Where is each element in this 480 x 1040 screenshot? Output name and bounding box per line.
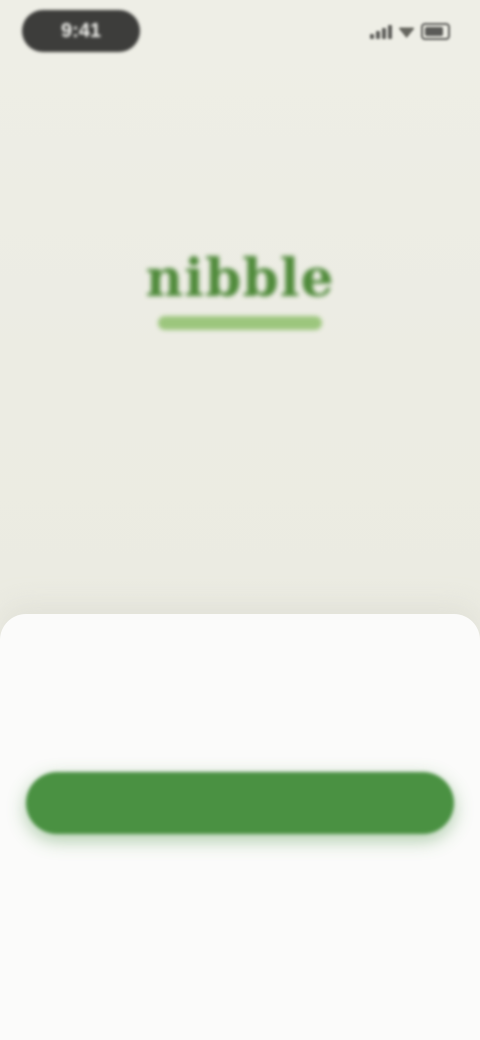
signal-icon [370, 23, 392, 39]
logo-wordmark: nibble [145, 248, 335, 309]
status-time: 9:41 [22, 10, 140, 52]
continue-button[interactable] [26, 772, 454, 834]
status-bar: 9:41 [0, 0, 480, 64]
app-logo: nibble [120, 232, 360, 342]
status-icons [370, 18, 450, 44]
logo-subtitle [158, 316, 322, 330]
wifi-icon [398, 27, 416, 38]
battery-icon [421, 22, 450, 40]
onboarding-sheet [0, 614, 480, 1040]
